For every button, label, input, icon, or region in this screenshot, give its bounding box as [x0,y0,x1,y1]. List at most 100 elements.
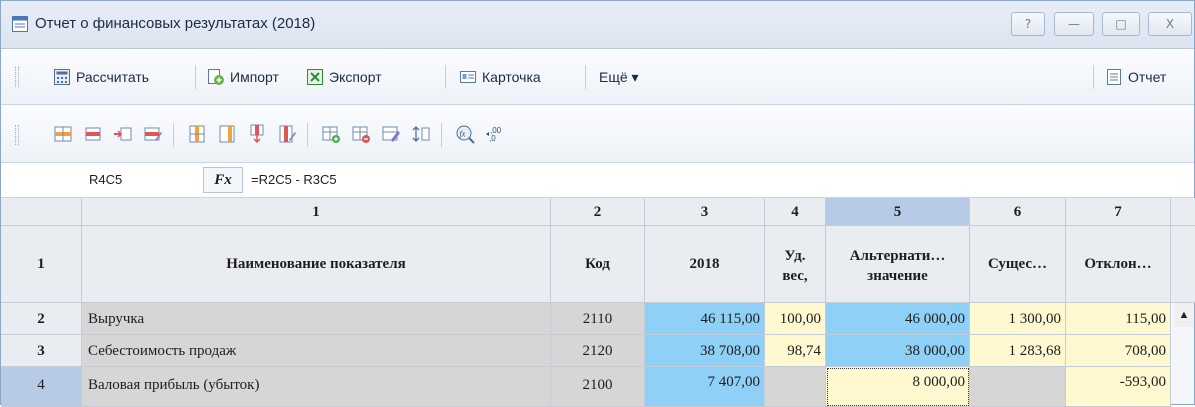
column-header-6[interactable]: 6 [970,198,1066,226]
maximize-button[interactable]: □ [1102,12,1140,36]
import-label: Импорт [230,69,279,85]
column-header-4[interactable]: 4 [765,198,826,226]
header-alternative-line2: значение [867,268,928,284]
toolbar-separator [445,65,446,89]
more-label: Ещё ▾ [599,68,639,85]
more-menu-button[interactable]: Ещё ▾ [599,66,639,88]
header-year[interactable]: 2018 [645,226,765,303]
delete-row-icon[interactable] [113,124,133,144]
insert-row-icon[interactable] [53,124,73,144]
excel-export-icon [307,69,323,85]
header-filler [1171,226,1195,303]
edit-sheet-icon[interactable] [381,124,401,144]
window-title: Отчет о финансовых результатах (2018) [35,15,316,32]
toolbar-grip[interactable] [15,125,19,145]
cell-sig-cost[interactable]: 1 283,68 [970,335,1066,367]
report-label: Отчет [1128,69,1167,85]
minimize-button[interactable]: — [1054,12,1094,36]
cell-share-revenue[interactable]: 100,00 [765,303,826,335]
calculator-icon [54,69,70,85]
header-deviation[interactable]: Отклон… [1066,226,1171,303]
import-button[interactable]: Импорт [207,66,279,88]
import-icon [208,69,224,85]
report-window: Отчет о финансовых результатах (2018) ? … [0,0,1195,407]
cell-sig-revenue[interactable]: 1 300,00 [970,303,1066,335]
column-header-3[interactable]: 3 [645,198,765,226]
column-properties-icon[interactable] [277,124,297,144]
add-row-icon[interactable] [83,124,103,144]
add-sheet-icon[interactable] [321,124,341,144]
toolbar-separator [1093,65,1094,89]
cell-alt-cost[interactable]: 38 000,00 [826,335,970,367]
column-header-2[interactable]: 2 [551,198,645,226]
report-icon [1107,69,1121,85]
delete-sheet-icon[interactable] [351,124,371,144]
sort-icon[interactable] [411,124,431,144]
cell-year-gross-profit[interactable]: 7 407,00 [645,367,765,407]
table-edit-toolbar: fx ,00 ,0 [1,105,1194,163]
cell-share-cost[interactable]: 98,74 [765,335,826,367]
card-icon [460,71,476,83]
insert-column-icon[interactable] [187,124,207,144]
close-button[interactable]: X [1148,12,1192,36]
cell-alt-gross-profit-selected[interactable]: 8 000,00 [826,367,970,407]
header-share-line2: вес, [782,268,808,284]
header-significance[interactable]: Сущес… [970,226,1066,303]
help-button[interactable]: ? [1011,12,1045,36]
row-code-revenue[interactable]: 2110 [551,303,645,335]
export-button[interactable]: Экспорт [306,66,382,88]
row-name-revenue[interactable]: Выручка [82,303,551,335]
row-header-4[interactable]: 4 [1,367,82,407]
formula-bar: R4C5 Fx =R2C5 - R3C5 [1,163,1194,198]
cell-reference[interactable]: R4C5 [89,172,122,187]
toolbar-grip[interactable] [15,67,19,87]
function-button[interactable]: Fx [203,167,243,193]
cell-alt-revenue[interactable]: 46 000,00 [826,303,970,335]
calculate-button[interactable]: Рассчитать [53,66,149,88]
header-name[interactable]: Наименование показателя [82,226,551,303]
toolbar-separator [173,123,174,147]
svg-text:,0: ,0 [489,134,496,143]
toolbar-separator [441,123,442,147]
row-code-gross-profit[interactable]: 2100 [551,367,645,407]
cell-share-gross-profit[interactable] [765,367,826,407]
row-properties-icon[interactable] [143,124,163,144]
card-label: Карточка [482,69,541,85]
report-window-icon [12,16,28,32]
title-bar: Отчет о финансовых результатах (2018) ? … [1,1,1194,49]
report-button[interactable]: Отчет [1105,66,1166,88]
header-share-line1: Уд. [784,248,806,264]
row-name-cost[interactable]: Себестоимость продаж [82,335,551,367]
decimal-icon[interactable]: ,00 ,0 [485,124,505,144]
header-code[interactable]: Код [551,226,645,303]
cell-dev-gross-profit[interactable]: -593,00 [1066,367,1171,407]
delete-column-icon[interactable] [247,124,267,144]
calculate-label: Рассчитать [76,69,150,85]
toolbar-separator [585,65,586,89]
card-button[interactable]: Карточка [459,66,541,88]
row-header-3[interactable]: 3 [1,335,82,367]
column-header-5[interactable]: 5 [826,198,970,226]
add-column-icon[interactable] [217,124,237,144]
corner-cell[interactable] [1,198,82,226]
column-header-1[interactable]: 1 [82,198,551,226]
header-share[interactable]: Уд. вес, [765,226,826,303]
cell-sig-gross-profit[interactable] [970,367,1066,407]
command-toolbar: Рассчитать Импорт Экспорт Карточка Ещё ▾… [1,49,1194,105]
header-alternative-line1: Альтернати… [849,248,946,264]
cell-dev-revenue[interactable]: 115,00 [1066,303,1171,335]
column-header-7[interactable]: 7 [1066,198,1171,226]
function-icon[interactable]: fx [455,124,475,144]
toolbar-separator [195,65,196,89]
cell-dev-cost[interactable]: 708,00 [1066,335,1171,367]
header-alternative[interactable]: Альтернати… значение [826,226,970,303]
row-name-gross-profit[interactable]: Валовая прибыль (убыток) [82,367,551,407]
formula-input[interactable]: =R2C5 - R3C5 [251,172,337,187]
row-header-1[interactable]: 1 [1,226,82,303]
svg-text:fx: fx [460,130,466,139]
scroll-up-arrow-icon[interactable]: ▲ [1174,303,1194,327]
cell-year-revenue[interactable]: 46 115,00 [645,303,765,335]
cell-year-cost[interactable]: 38 708,00 [645,335,765,367]
row-code-cost[interactable]: 2120 [551,335,645,367]
row-header-2[interactable]: 2 [1,303,82,335]
